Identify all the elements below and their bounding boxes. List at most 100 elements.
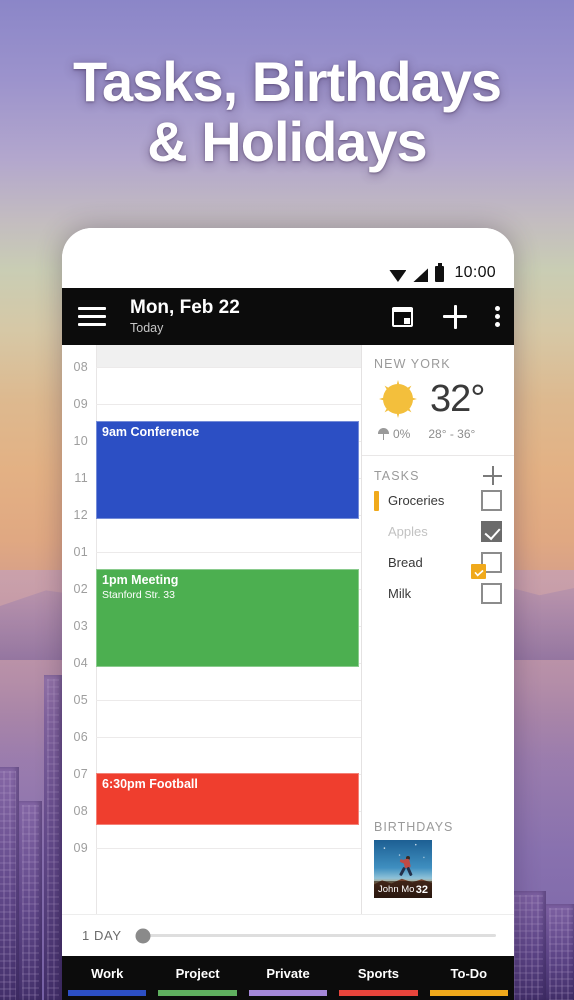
plus-icon[interactable] [443,304,467,329]
hamburger-menu-icon[interactable] [78,307,106,326]
tab-label: Work [91,966,124,981]
weather-range: 28° - 36° [428,427,476,441]
task-color-bar [374,522,379,542]
tab-color-underline [248,990,328,996]
tab-color-underline [158,990,237,996]
birthday-caption: John Mo 32 [374,881,432,898]
headline-line-1: Tasks, Birthdays [72,50,502,113]
status-bar-time: 10:00 [454,264,496,281]
page-subtitle: Today [130,320,164,335]
weather-meta-row: 0% 28° - 36° [374,427,514,441]
task-checkbox[interactable] [481,583,502,604]
tab-color-underline [429,990,509,996]
events-layer[interactable]: 9am Conference 1pm Meeting Stanford Str. 3… [96,345,361,914]
task-check-badge-icon [471,564,486,579]
signal-icon [413,268,429,282]
app-bar: Mon, Feb 22 Today [62,288,514,345]
hour-label: 12 [73,508,88,522]
task-item[interactable]: Bread [374,547,502,579]
range-slider-track[interactable] [135,928,496,943]
weather-main-row: 32° [374,375,514,423]
app-content: 08 09 10 11 12 01 02 03 04 05 06 07 08 09 9am Confere… [62,345,514,914]
weather-rain-chance: 0% [393,427,411,441]
app-bar-actions [392,304,500,329]
tab-project[interactable]: Project [152,956,242,1000]
battery-icon [435,263,445,282]
birthday-photo-person [399,856,415,878]
task-item[interactable]: Milk [374,578,502,609]
hour-label: 09 [73,397,88,411]
event-title: 9am Conference [102,425,200,439]
weather-rain: 0% [378,427,410,441]
birthday-person-name: John Mo [378,884,415,895]
day-view[interactable]: 08 09 10 11 12 01 02 03 04 05 06 07 08 09 9am Confere… [62,345,361,914]
page-title: Mon, Feb 22 [130,297,240,319]
event-subtitle: Stanford Str. 33 [102,589,175,601]
app-bar-titles: Mon, Feb 22 Today [130,297,392,335]
tasks-header: TASKS [374,466,502,485]
hour-label: 07 [73,767,88,781]
sun-icon [374,375,422,423]
task-label: Apples [388,524,428,539]
birthdays-title: BIRTHDAYS [374,820,454,834]
task-label: Groceries [388,493,445,508]
range-slider-thumb[interactable] [135,928,151,943]
tab-color-underline [68,990,147,996]
hour-label: 06 [73,730,88,744]
task-label: Bread [388,555,423,570]
tab-label: Private [266,966,310,981]
umbrella-icon [378,428,389,440]
task-checkbox[interactable] [481,521,502,542]
range-slider-label: 1 DAY [82,928,122,943]
phone-mockup: 10:00 Mon, Feb 22 Today 08 09 10 11 12 01 02 03… [62,228,514,1000]
hour-label: 10 [73,434,88,448]
wifi-icon [389,269,407,282]
hour-label: 08 [73,804,88,818]
hour-gutter: 08 09 10 11 12 01 02 03 04 05 06 07 08 09 [62,345,96,914]
calendar-event[interactable]: 6:30pm Football [96,773,359,825]
tab-label: To-Do [450,966,488,981]
hour-label: 08 [73,360,88,374]
calendar-icon[interactable] [392,306,413,327]
tasks-widget: TASKS Groceries Apples Bread Milk [362,456,514,609]
event-title: 1pm Meeting [102,573,179,587]
tab-work[interactable]: Work [62,956,152,1000]
tasks-title: TASKS [374,468,420,483]
promo-headline: Tasks, Birthdays & Holidays [0,52,574,172]
hour-label: 01 [73,545,88,559]
tab-bar: Work Project Private Sports To-Do [62,956,514,1000]
more-vertical-icon[interactable] [495,306,500,327]
task-color-bar [374,584,379,604]
weather-widget[interactable]: NEW YORK 32° 0% 28° - 36° [362,345,514,449]
tab-label: Sports [357,966,399,981]
task-label: Milk [388,586,412,601]
headline-line-2: & Holidays [147,109,427,173]
side-panel: NEW YORK 32° 0% 28° - 36° TASKS Grocerie… [361,345,514,914]
event-title: 6:30pm Football [102,777,198,791]
hour-label: 03 [73,619,88,633]
birthdays-widget: BIRTHDAYS John Mo 32 [374,820,453,898]
tab-private[interactable]: Private [243,956,333,1000]
task-color-bar [374,553,379,573]
tab-color-underline [339,990,418,996]
birthday-card[interactable]: John Mo 32 [374,840,432,898]
calendar-event[interactable]: 9am Conference [96,421,359,519]
status-bar: 10:00 [62,228,514,288]
hour-label: 05 [73,693,88,707]
range-slider-row: 1 DAY [62,914,514,956]
hour-label: 04 [73,656,88,670]
weather-temperature: 32° [430,378,485,420]
task-color-bar [374,490,379,511]
task-list: Groceries Apples Bread Milk [374,485,502,609]
task-item[interactable]: Groceries [374,485,502,516]
task-item[interactable]: Apples [374,516,502,547]
calendar-event[interactable]: 1pm Meeting Stanford Str. 33 [96,569,359,667]
tab-to-do[interactable]: To-Do [424,956,514,1000]
tab-sports[interactable]: Sports [333,956,423,1000]
hour-label: 11 [74,471,88,485]
birthday-person-age: 32 [415,883,428,896]
add-task-button[interactable] [483,466,502,485]
hour-label: 09 [73,841,88,855]
task-checkbox[interactable] [481,490,502,511]
weather-city: NEW YORK [374,357,451,371]
